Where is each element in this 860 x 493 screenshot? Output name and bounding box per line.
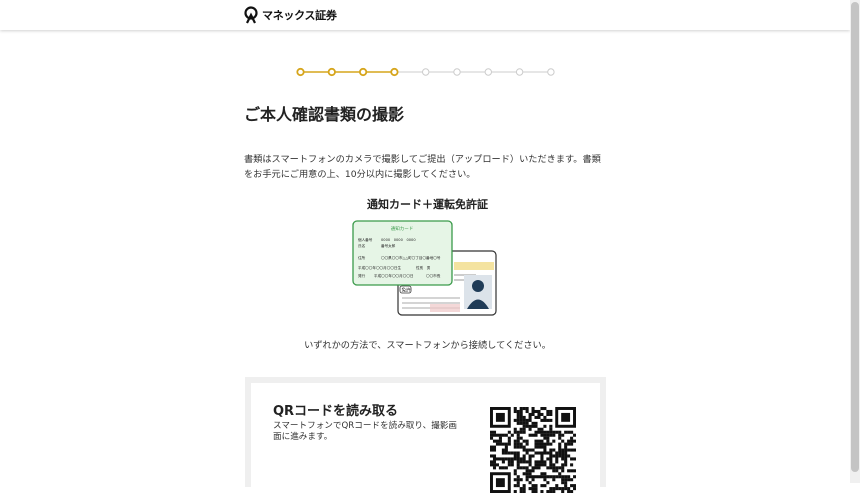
card-name-value: 番号太郎: [381, 243, 396, 248]
stepper-step: [327, 67, 336, 77]
monex-logo[interactable]: マネックス証券: [244, 6, 337, 24]
notification-card: 通知カード 個人番号 0000 0000 0000 氏名 番号太郎 住所 〇〇県…: [352, 220, 453, 286]
id-documents-illustration: 免許 通知カード 個人番号 0000 0000 0000 氏名 番号太郎 住所 …: [352, 220, 497, 316]
stepper-step: [390, 67, 399, 77]
card-issued-label: 発行: [358, 273, 366, 278]
card-name-label: 氏名: [358, 243, 366, 248]
card-address-label: 住所: [358, 255, 366, 260]
license-label: 免許: [402, 287, 411, 294]
notification-card-title: 通知カード: [391, 225, 414, 232]
card-number-label: 個人番号: [358, 237, 373, 242]
scrollbar[interactable]: [850, 0, 860, 483]
stepper-step: [358, 67, 368, 77]
qr-code-icon: [490, 407, 576, 493]
qr-section-title: QRコードを読み取る: [273, 404, 399, 419]
card-number-value: 0000 0000 0000: [381, 238, 416, 242]
document-type-title: 通知カード＋運転免許証: [367, 198, 488, 211]
stepper-step: [515, 68, 524, 76]
card-birth-value: 平成〇〇年〇〇月〇〇日生: [358, 265, 402, 270]
progress-stepper: [296, 67, 555, 77]
stepper-step: [422, 68, 430, 76]
stepper-step: [547, 68, 555, 76]
logo-text: マネックス証券: [262, 9, 337, 22]
scrollbar-thumb[interactable]: [851, 2, 859, 472]
stepper-step: [484, 68, 493, 76]
monex-logo-icon: [244, 6, 258, 24]
stepper-step: [296, 67, 305, 77]
qr-section-description: スマートフォンでQRコードを読み取り、撮影画面に進みます。: [273, 421, 458, 442]
card-issued-value: 平成〇〇年〇〇月〇〇日: [374, 273, 414, 278]
card-gender-value: 性別 男: [416, 265, 431, 270]
stepper-step: [453, 68, 461, 76]
license-photo-head: [472, 280, 484, 292]
instructions-text: 書類はスマートフォンのカメラで撮影してご提出（アップロード）いただきます。書類を…: [244, 154, 601, 180]
connection-method-text: いずれかの方法で、スマートフォンから接続してください。: [304, 340, 551, 351]
page-title: ご本人確認書類の撮影: [244, 105, 405, 124]
site-header: マネックス証券: [0, 0, 850, 30]
card-issuer-value: 〇〇市長: [426, 273, 441, 278]
card-address-value: 〇〇県〇〇市△△町〇丁目〇番地〇号: [381, 255, 441, 260]
